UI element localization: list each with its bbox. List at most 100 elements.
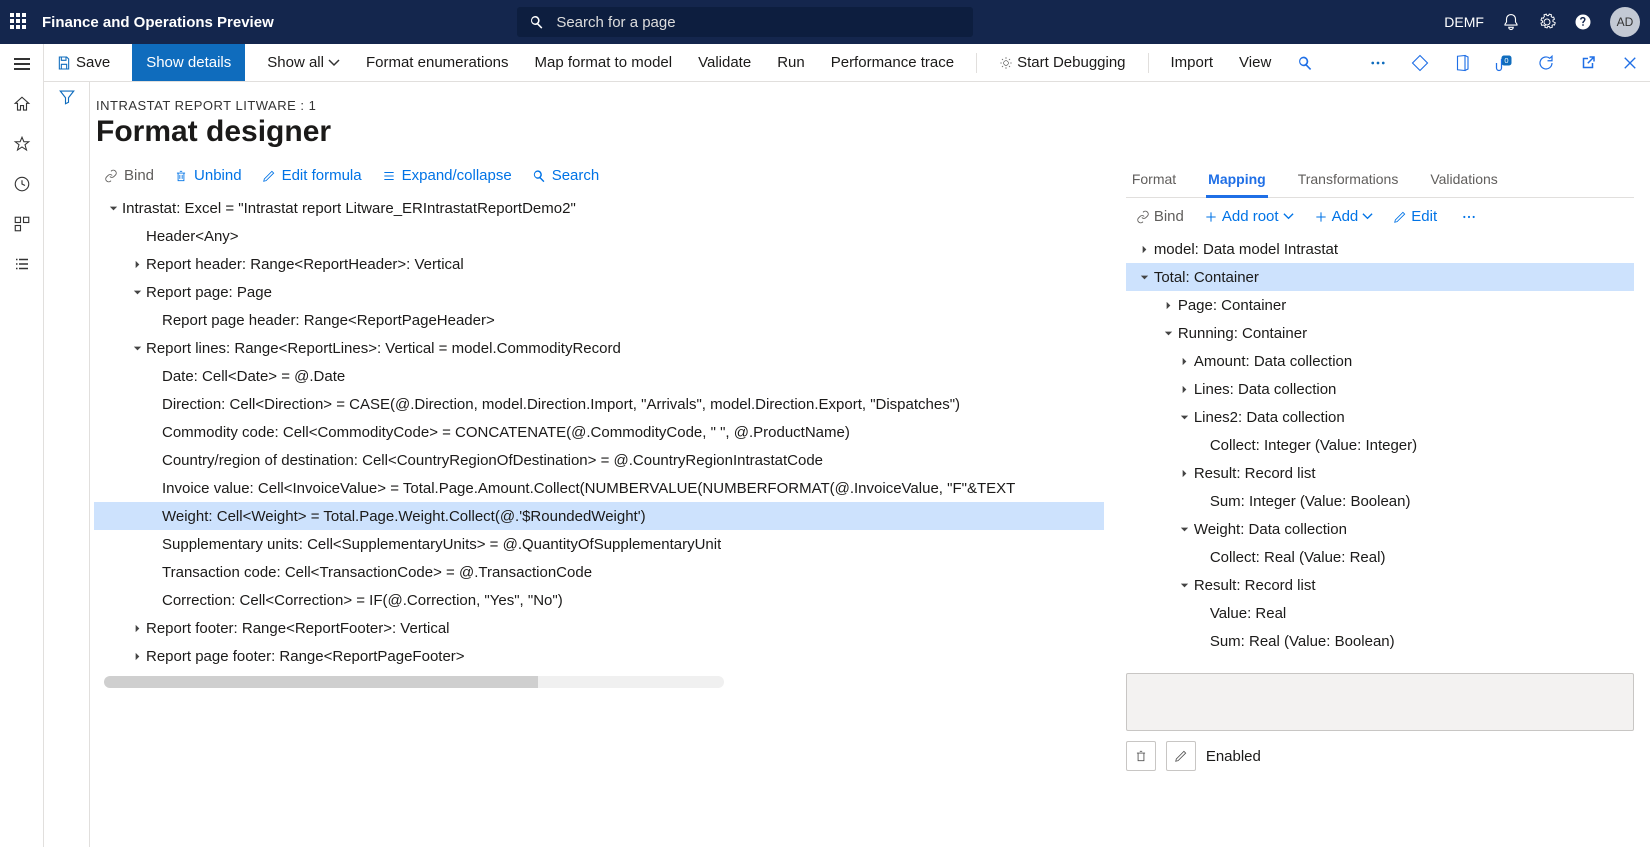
global-search[interactable] — [517, 7, 973, 37]
horizontal-scrollbar[interactable] — [104, 676, 724, 688]
chevron-down-icon[interactable] — [1136, 272, 1154, 283]
tree-row[interactable]: model: Data model Intrastat — [1126, 235, 1634, 263]
hamburger-icon[interactable] — [10, 52, 34, 76]
more-ellipsis-icon[interactable] — [1366, 54, 1390, 72]
tree-row[interactable]: Value: Real — [1126, 599, 1634, 627]
tab-format[interactable]: Format — [1130, 163, 1178, 197]
help-icon[interactable] — [1574, 13, 1592, 31]
run-button[interactable]: Run — [773, 44, 809, 81]
start-debugging-button[interactable]: Start Debugging — [995, 44, 1129, 81]
tree-row[interactable]: Commodity code: Cell<CommodityCode> = CO… — [94, 418, 1104, 446]
tree-row[interactable]: Transaction code: Cell<TransactionCode> … — [94, 558, 1104, 586]
tree-row[interactable]: Header<Any> — [94, 222, 1104, 250]
tree-row[interactable]: Collect: Real (Value: Real) — [1126, 543, 1634, 571]
map-format-button[interactable]: Map format to model — [531, 44, 677, 81]
tree-row[interactable]: Result: Record list — [1126, 459, 1634, 487]
chevron-right-icon[interactable] — [128, 651, 146, 662]
company-code[interactable]: DEMF — [1444, 14, 1484, 30]
tree-row[interactable]: Supplementary units: Cell<SupplementaryU… — [94, 530, 1104, 558]
tree-row[interactable]: Lines: Data collection — [1126, 375, 1634, 403]
mapping-more-icon[interactable] — [1461, 209, 1477, 225]
tree-row[interactable]: Direction: Cell<Direction> = CASE(@.Dire… — [94, 390, 1104, 418]
tree-row[interactable]: Report lines: Range<ReportLines>: Vertic… — [94, 334, 1104, 362]
chevron-right-icon[interactable] — [128, 623, 146, 634]
refresh-icon[interactable] — [1534, 54, 1558, 72]
home-icon[interactable] — [10, 92, 34, 116]
chevron-down-icon[interactable] — [1160, 328, 1178, 339]
chevron-down-icon[interactable] — [128, 287, 146, 298]
waffle-icon[interactable] — [10, 13, 26, 32]
chevron-right-icon[interactable] — [128, 259, 146, 270]
tree-row[interactable]: Report page header: Range<ReportPageHead… — [94, 306, 1104, 334]
validate-button[interactable]: Validate — [694, 44, 755, 81]
tree-row[interactable]: Page: Container — [1126, 291, 1634, 319]
chevron-right-icon[interactable] — [1176, 356, 1194, 367]
tree-row[interactable]: Lines2: Data collection — [1126, 403, 1634, 431]
mapping-bind-button[interactable]: Bind — [1136, 208, 1184, 225]
add-root-button[interactable]: Add root — [1204, 208, 1294, 225]
chevron-right-icon[interactable] — [1176, 384, 1194, 395]
tab-validations[interactable]: Validations — [1428, 163, 1499, 197]
tree-row[interactable]: Correction: Cell<Correction> = IF(@.Corr… — [94, 586, 1104, 614]
chevron-down-icon[interactable] — [104, 203, 122, 214]
tree-row[interactable]: Total: Container — [1126, 263, 1634, 291]
recent-icon[interactable] — [10, 172, 34, 196]
binding-expression-box[interactable] — [1126, 673, 1634, 731]
gear-icon[interactable] — [1538, 13, 1556, 31]
close-icon[interactable] — [1618, 54, 1642, 72]
format-enum-button[interactable]: Format enumerations — [362, 44, 513, 81]
chevron-right-icon[interactable] — [1176, 468, 1194, 479]
chevron-right-icon[interactable] — [1160, 300, 1178, 311]
edit-binding-button[interactable] — [1166, 741, 1196, 771]
chevron-down-icon[interactable] — [1176, 524, 1194, 535]
diamond-icon[interactable] — [1408, 54, 1432, 72]
popout-icon[interactable] — [1576, 54, 1600, 72]
chevron-down-icon[interactable] — [1176, 580, 1194, 591]
add-button[interactable]: Add — [1314, 208, 1374, 225]
tree-row[interactable]: Intrastat: Excel = "Intrastat report Lit… — [94, 194, 1104, 222]
bind-button[interactable]: Bind — [104, 167, 154, 184]
view-button[interactable]: View — [1235, 44, 1275, 81]
module-icon[interactable] — [10, 212, 34, 236]
tab-mapping[interactable]: Mapping — [1206, 163, 1268, 197]
toolbar-search-icon[interactable] — [1293, 55, 1317, 71]
tree-row[interactable]: Amount: Data collection — [1126, 347, 1634, 375]
tree-row[interactable]: Invoice value: Cell<InvoiceValue> = Tota… — [94, 474, 1104, 502]
star-icon[interactable] — [10, 132, 34, 156]
avatar[interactable]: AD — [1610, 7, 1640, 37]
tree-row[interactable]: Sum: Real (Value: Boolean) — [1126, 627, 1634, 655]
tree-row[interactable]: Country/region of destination: Cell<Coun… — [94, 446, 1104, 474]
tree-row[interactable]: Report page: Page — [94, 278, 1104, 306]
tree-row[interactable]: Report footer: Range<ReportFooter>: Vert… — [94, 614, 1104, 642]
tab-transformations[interactable]: Transformations — [1296, 163, 1401, 197]
edit-formula-button[interactable]: Edit formula — [262, 167, 362, 184]
filter-icon[interactable] — [58, 88, 76, 847]
tree-row[interactable]: Collect: Integer (Value: Integer) — [1126, 431, 1634, 459]
mapping-edit-button[interactable]: Edit — [1393, 208, 1437, 225]
chevron-right-icon[interactable] — [1136, 244, 1154, 255]
performance-trace-button[interactable]: Performance trace — [827, 44, 958, 81]
save-button[interactable]: Save — [52, 44, 114, 81]
tree-row[interactable]: Result: Record list — [1126, 571, 1634, 599]
import-button[interactable]: Import — [1167, 44, 1218, 81]
tree-search-button[interactable]: Search — [532, 167, 600, 184]
chevron-down-icon[interactable] — [1176, 412, 1194, 423]
tree-row[interactable]: Report page footer: Range<ReportPageFoot… — [94, 642, 1104, 670]
tree-row[interactable]: Weight: Data collection — [1126, 515, 1634, 543]
list-icon[interactable] — [10, 252, 34, 276]
show-details-button[interactable]: Show details — [132, 44, 245, 81]
tree-row[interactable]: Weight: Cell<Weight> = Total.Page.Weight… — [94, 502, 1104, 530]
attachment-badge-icon[interactable]: 0 — [1492, 54, 1516, 72]
tree-row[interactable]: Running: Container — [1126, 319, 1634, 347]
tree-row[interactable]: Date: Cell<Date> = @.Date — [94, 362, 1104, 390]
tree-row[interactable]: Sum: Integer (Value: Boolean) — [1126, 487, 1634, 515]
chevron-down-icon[interactable] — [128, 343, 146, 354]
office-icon[interactable] — [1450, 54, 1474, 72]
expand-collapse-button[interactable]: Expand/collapse — [382, 167, 512, 184]
bell-icon[interactable] — [1502, 13, 1520, 31]
show-all-button[interactable]: Show all — [263, 44, 344, 81]
unbind-button[interactable]: Unbind — [174, 167, 242, 184]
tree-row[interactable]: Report header: Range<ReportHeader>: Vert… — [94, 250, 1104, 278]
delete-binding-button[interactable] — [1126, 741, 1156, 771]
search-input[interactable] — [554, 13, 961, 32]
